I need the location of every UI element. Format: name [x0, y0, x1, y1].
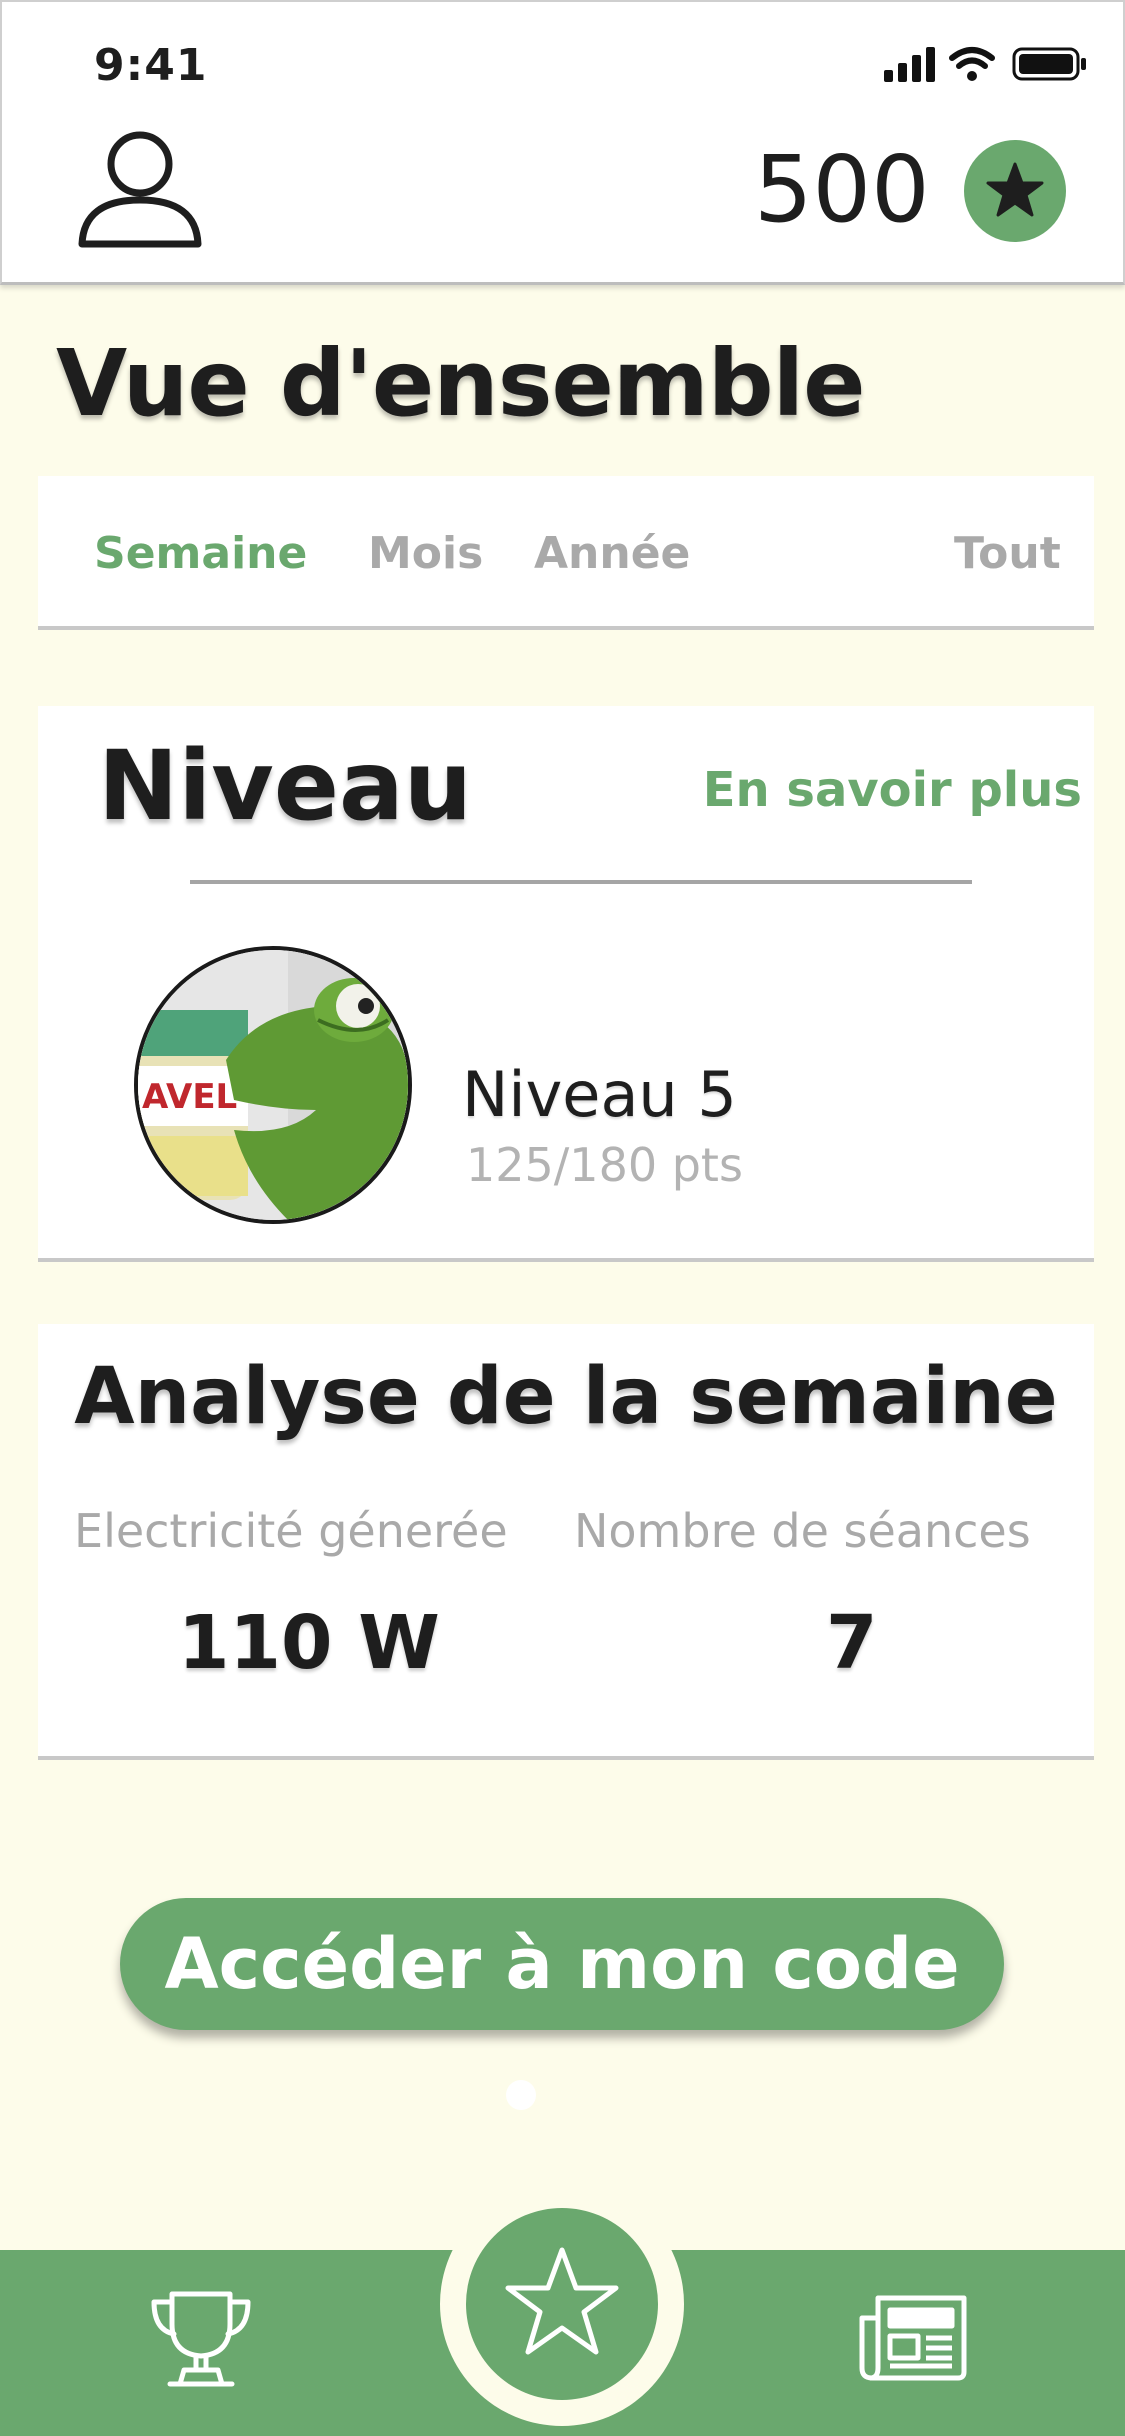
svg-text:AVEL: AVEL	[142, 1077, 237, 1117]
newspaper-icon[interactable]	[858, 2292, 970, 2386]
metric-value-electricity: 110 W	[178, 1600, 440, 1686]
page-title: Vue d'ensemble	[56, 330, 866, 437]
profile-icon[interactable]	[76, 130, 204, 250]
wifi-icon	[949, 47, 995, 69]
metric-value-sessions: 7	[826, 1600, 878, 1686]
divider	[190, 880, 972, 884]
level-avatar: AVEL	[134, 946, 412, 1224]
star-icon	[505, 2247, 619, 2355]
signal-icon	[884, 47, 935, 82]
access-code-button[interactable]: Accéder à mon code	[120, 1898, 1004, 2030]
level-card: Niveau En savoir plus AVEL Niveau 5 125/…	[38, 706, 1094, 1262]
tab-annee[interactable]: Année	[534, 528, 690, 579]
tab-mois[interactable]: Mois	[368, 528, 483, 579]
weekly-analysis-card: Analyse de la semaine Electricité géneré…	[38, 1324, 1094, 1760]
period-tabs: Semaine Mois Année Tout	[38, 476, 1094, 630]
star-icon	[986, 162, 1044, 217]
level-points: 125/180 pts	[466, 1138, 743, 1192]
level-title: Niveau	[98, 730, 473, 842]
level-name: Niveau 5	[462, 1058, 737, 1131]
tab-tout[interactable]: Tout	[954, 528, 1061, 579]
trophy-icon[interactable]	[148, 2286, 254, 2396]
center-nav-button[interactable]	[466, 2208, 658, 2400]
points-badge[interactable]	[964, 140, 1066, 242]
analysis-title: Analyse de la semaine	[74, 1352, 1058, 1442]
page-indicator	[506, 2080, 536, 2110]
points-value: 500	[754, 136, 930, 243]
metric-label-sessions: Nombre de séances	[574, 1504, 1031, 1558]
status-time: 9:41	[94, 40, 208, 91]
metric-label-electricity: Electricité génerée	[74, 1504, 508, 1558]
learn-more-link[interactable]: En savoir plus	[703, 762, 1082, 818]
status-icons	[880, 44, 1090, 84]
battery-icon	[1012, 47, 1086, 81]
tab-semaine[interactable]: Semaine	[94, 528, 307, 579]
top-bar: 9:41 500	[0, 0, 1125, 285]
